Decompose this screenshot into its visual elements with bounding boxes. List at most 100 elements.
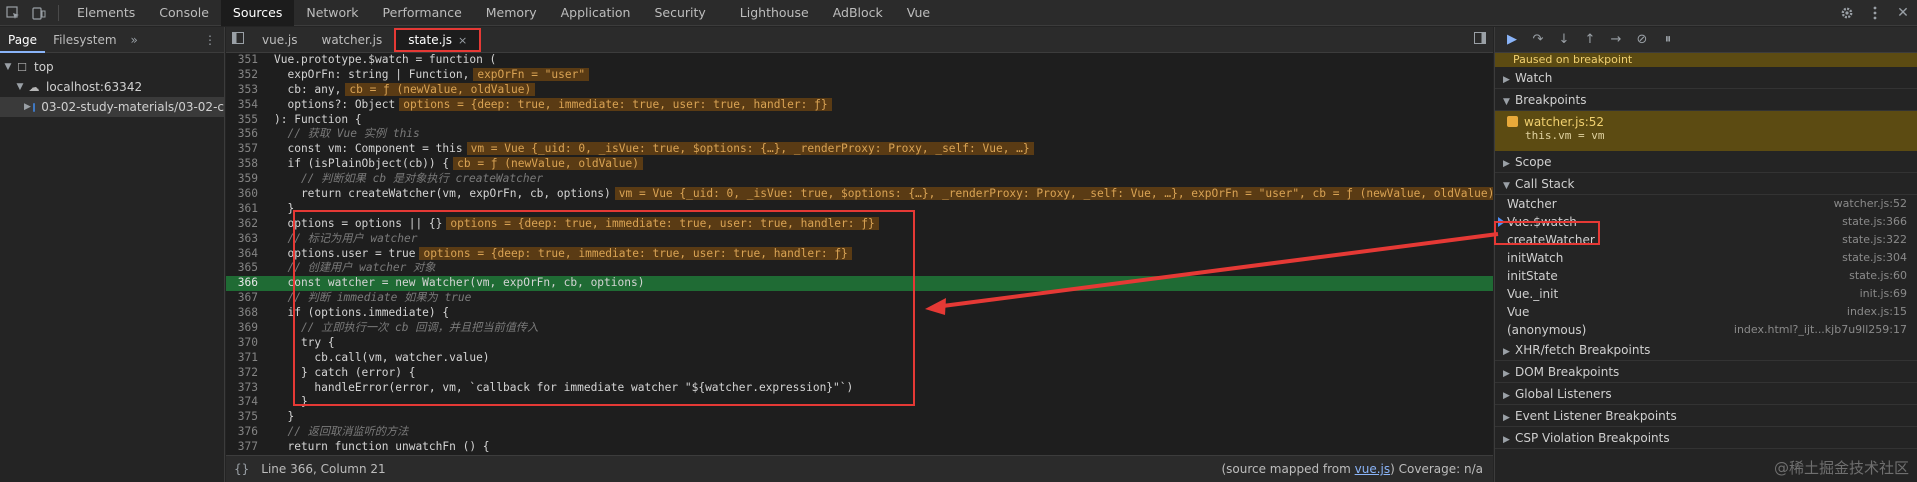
frame-location[interactable]: watcher.js:52 [1834,195,1907,213]
expand-arrow-icon[interactable]: ▼ [2,62,14,72]
code-line[interactable]: 377 return function unwatchFn () { [226,440,1493,455]
navigator-menu-icon[interactable]: ⋮ [196,33,224,47]
line-number[interactable]: 351 [226,53,266,68]
expand-arrow-icon[interactable]: ▶ [1503,407,1515,429]
call-stack-frame[interactable]: (anonymous) index.html?_ijt...kjb7u9ll259… [1495,321,1917,339]
section-watch[interactable]: ▶ Watch [1495,67,1917,89]
section-breakpoints[interactable]: ▼ Breakpoints [1495,89,1917,111]
expand-arrow-icon[interactable]: ▶ [1503,363,1515,385]
line-number[interactable]: 374 [226,395,266,410]
frame-location[interactable]: state.js:366 [1842,213,1907,231]
step-over-icon[interactable]: ↷ [1525,32,1551,47]
frame-location[interactable]: state.js:322 [1842,231,1907,249]
tab-console[interactable]: Console [147,0,221,26]
device-toolbar-icon[interactable] [26,0,52,26]
editor-tab-vue-js[interactable]: vue.js [250,27,310,53]
code-line[interactable]: 359 // 判断如果 cb 是对象执行 createWatcher [226,172,1493,187]
tree-item-top[interactable]: ▼ ☐ top [0,57,224,77]
frame-location[interactable]: init.js:69 [1860,285,1907,303]
line-number[interactable]: 376 [226,425,266,440]
tab-performance[interactable]: Performance [371,0,474,26]
line-number[interactable]: 359 [226,172,266,187]
more-tabs-icon[interactable]: » [125,33,144,47]
call-stack-frame[interactable]: initWatch state.js:304 [1495,249,1917,267]
line-number[interactable]: 356 [226,127,266,142]
tab-adblock[interactable]: AdBlock [821,0,895,26]
editor-tab-watcher-js[interactable]: watcher.js [310,27,395,53]
line-number[interactable]: 377 [226,440,266,455]
code-line[interactable]: 360 return createWatcher(vm, expOrFn, cb… [226,187,1493,202]
step-out-icon[interactable]: ↑ [1577,32,1603,47]
section-event-listener-breakpoints[interactable]: ▶ Event Listener Breakpoints [1495,405,1917,427]
code-line[interactable]: 358 if (isPlainObject(cb)) {cb = ƒ (newV… [226,157,1493,172]
line-number[interactable]: 369 [226,321,266,336]
editor-tab-state-js[interactable]: state.js × [394,27,482,52]
pretty-print-button[interactable]: {} [226,462,257,476]
tree-item-host[interactable]: ▼ ☁ localhost:63342 [0,77,224,97]
breakpoint-item[interactable]: watcher.js:52 this.vm = vm [1495,111,1917,151]
expand-arrow-icon[interactable]: ▶ [1503,153,1515,175]
tab-vue[interactable]: Vue [895,0,942,26]
toggle-navigator-icon[interactable] [226,32,250,47]
line-number[interactable]: 357 [226,142,266,157]
code-line[interactable]: 351 Vue.prototype.$watch = function ( [226,53,1493,68]
settings-gear-icon[interactable] [1833,0,1861,26]
line-number[interactable]: 365 [226,261,266,276]
line-number[interactable]: 371 [226,351,266,366]
inspect-element-icon[interactable] [0,0,26,26]
call-stack-frame[interactable]: initState state.js:60 [1495,267,1917,285]
line-number[interactable]: 364 [226,247,266,262]
section-csp-breakpoints[interactable]: ▶ CSP Violation Breakpoints [1495,427,1917,449]
step-into-icon[interactable]: ↓ [1551,32,1577,47]
resume-icon[interactable]: ▶ [1499,32,1525,47]
tab-security[interactable]: Security [642,0,717,26]
breakpoint-checkbox[interactable] [1507,116,1518,127]
tab-filesystem[interactable]: Filesystem [45,27,124,53]
line-number[interactable]: 372 [226,366,266,381]
line-number[interactable]: 358 [226,157,266,172]
pause-on-exceptions-icon[interactable]: ⏸ [1655,32,1681,47]
code-line[interactable]: 353 cb: any, cb = ƒ (newValue, oldValue) [226,82,1493,98]
section-call-stack[interactable]: ▼ Call Stack [1495,173,1917,195]
expand-arrow-icon[interactable]: ▼ [14,82,26,92]
line-number[interactable]: 366 [226,276,266,291]
code-line[interactable]: 354 options?: Object options = {deep: tru… [226,97,1493,113]
frame-location[interactable]: index.html?_ijt...kjb7u9ll259:17 [1734,321,1907,339]
toggle-debugger-icon[interactable] [1467,32,1493,47]
collapse-arrow-icon[interactable]: ▼ [1503,175,1515,197]
tab-memory[interactable]: Memory [474,0,549,26]
section-xhr-breakpoints[interactable]: ▶ XHR/fetch Breakpoints [1495,339,1917,361]
tab-lighthouse[interactable]: Lighthouse [718,0,821,26]
code-line[interactable]: 355): Function { [226,113,1493,128]
collapse-arrow-icon[interactable]: ▶ [24,102,31,112]
line-number[interactable]: 360 [226,187,266,202]
source-map-link[interactable]: vue.js [1355,462,1391,476]
call-stack-frame[interactable]: Vue index.js:15 [1495,303,1917,321]
line-number[interactable]: 362 [226,217,266,232]
line-number[interactable]: 354 [226,98,266,113]
line-number[interactable]: 373 [226,381,266,396]
line-number[interactable]: 355 [226,113,266,128]
tree-item-folder[interactable]: ▶ 03-02-study-materials/03-02-c [0,97,224,117]
call-stack-frame[interactable]: Watcher watcher.js:52 [1495,195,1917,213]
expand-arrow-icon[interactable]: ▶ [1503,341,1515,363]
tab-sources[interactable]: Sources [220,0,295,26]
code-line[interactable]: 352 expOrFn: string | Function, expOrFn =… [226,67,1493,83]
step-icon[interactable]: → [1603,32,1629,47]
line-number[interactable]: 367 [226,291,266,306]
line-number[interactable]: 352 [226,68,266,83]
line-number[interactable]: 370 [226,336,266,351]
code-line[interactable]: 376 // 返回取消监听的方法 [226,425,1493,440]
frame-location[interactable]: state.js:60 [1849,267,1907,285]
tab-application[interactable]: Application [549,0,643,26]
close-devtools-icon[interactable]: ✕ [1889,0,1917,26]
deactivate-breakpoints-icon[interactable]: ⊘ [1629,32,1655,47]
line-number[interactable]: 361 [226,202,266,217]
code-line[interactable]: 356 // 获取 Vue 实例 this [226,127,1493,142]
line-number[interactable]: 353 [226,83,266,98]
more-options-icon[interactable] [1861,0,1889,26]
close-tab-icon[interactable]: × [458,34,467,47]
tab-page[interactable]: Page [0,27,46,53]
section-scope[interactable]: ▶ Scope [1495,151,1917,173]
code-line[interactable]: 357 const vm: Component = this vm = Vue {… [226,142,1493,157]
